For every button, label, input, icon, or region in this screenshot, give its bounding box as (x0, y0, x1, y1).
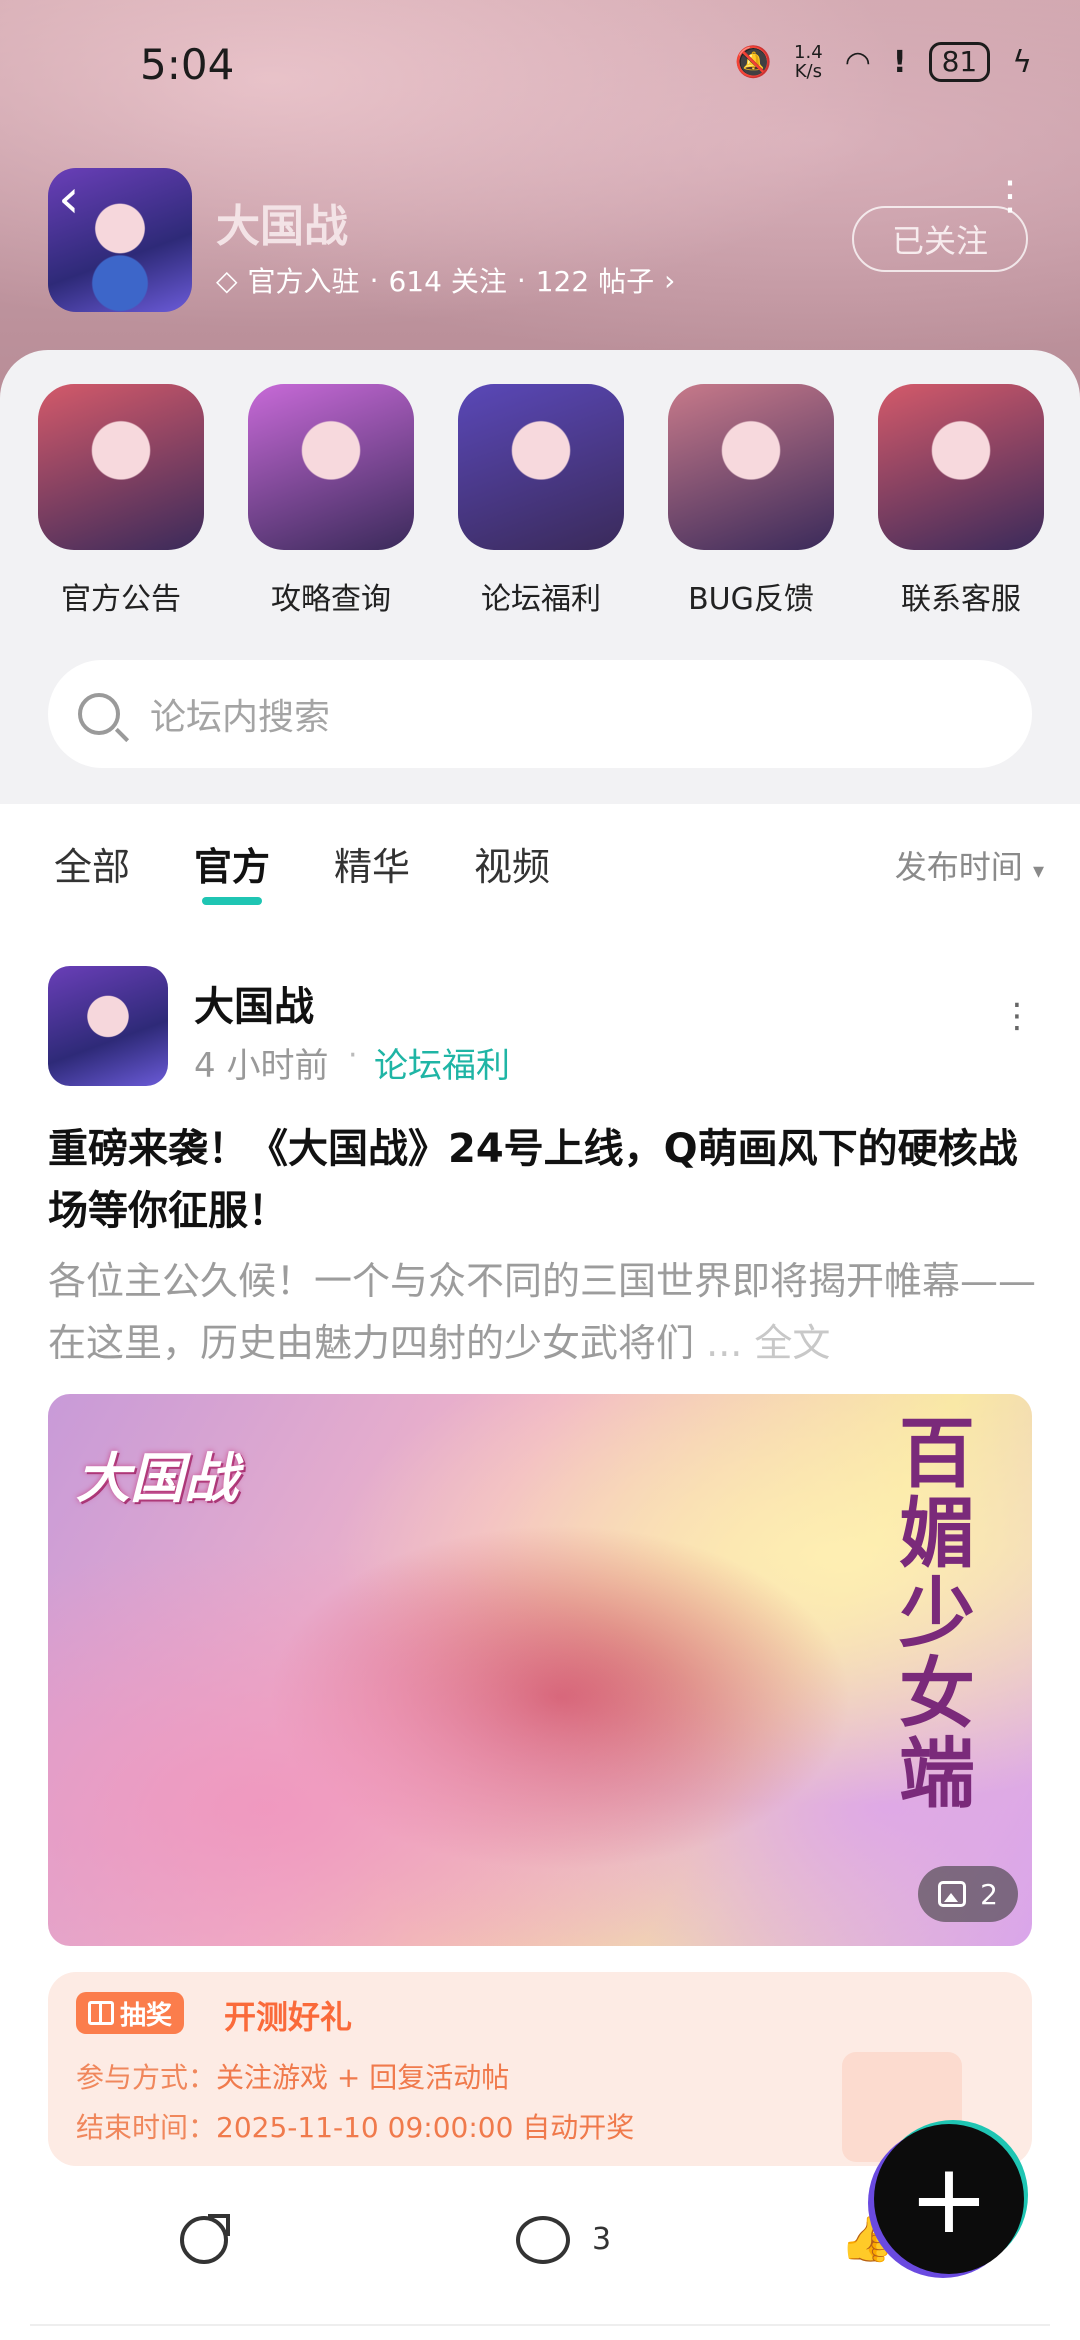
shortcut-label: 论坛福利 (481, 582, 601, 617)
meta-separator: · (369, 263, 379, 297)
shortcut-item[interactable]: 论坛福利 (456, 384, 626, 618)
post-author-avatar[interactable] (48, 966, 168, 1086)
lottery-card[interactable]: 抽奖 开测好礼 参与方式：关注游戏 + 回复活动帖 结束时间：2025-11-1… (48, 1972, 1032, 2166)
post-time: 4 小时前 (194, 1046, 329, 1086)
official-label: 官方入驻 (247, 265, 360, 298)
back-icon[interactable]: ‹ (58, 172, 80, 226)
network-speed-unit: K/s (794, 61, 822, 82)
wifi-icon: ◠ (844, 44, 871, 80)
share-icon[interactable] (180, 2214, 230, 2264)
post-title[interactable]: 重磅来袭！《大国战》24号上线，Q萌画风下的硬核战场等你征服！ (48, 1118, 1038, 1242)
shortcut-label: BUG反馈 (688, 582, 814, 617)
image-count: 2 (980, 1877, 998, 1911)
caret-down-icon: ▾ (1032, 859, 1044, 884)
sort-label: 发布时间 (894, 848, 1023, 886)
image-icon (938, 1881, 967, 1907)
battery-indicator: 81 (928, 42, 991, 82)
post-image[interactable]: 大国战 百媚少女端 2 (48, 1394, 1032, 1946)
shortcut-item[interactable]: BUG反馈 (666, 384, 836, 618)
lottery-title: 开测好礼 (224, 1998, 353, 2036)
image-slogan: 百媚少女端 (899, 1409, 975, 1818)
divider (30, 2324, 1050, 2326)
lottery-join-line: 参与方式：关注游戏 + 回复活动帖 (76, 2056, 509, 2096)
status-time: 5:04 (140, 40, 235, 89)
shortcut-label: 攻略查询 (271, 582, 391, 617)
shortcut-label: 官方公告 (61, 582, 181, 617)
comment-icon[interactable] (516, 2216, 570, 2264)
follow-button[interactable]: 已关注 (852, 206, 1028, 272)
shortcut-icon (248, 384, 414, 550)
lottery-join-key: 参与方式： (76, 2061, 217, 2094)
post-author[interactable]: 大国战 (194, 974, 314, 1032)
tab-item[interactable]: 视频 (474, 836, 550, 891)
lottery-end-value: 2025-11-10 09:00:00 自动开奖 (216, 2111, 635, 2144)
shortcut-item[interactable]: 联系客服 (876, 384, 1046, 618)
post-excerpt-text: 各位主公久候！一个与众不同的三国世界即将揭开帷幕——在这里，历史由魅力四射的少女… (48, 1259, 1037, 1365)
tab-item[interactable]: 官方 (194, 836, 270, 905)
lottery-badge-label: 抽奖 (120, 2000, 173, 2031)
network-speed: 1.4 K/s (794, 43, 823, 81)
status-bar: 5:04 🔕 1.4 K/s ◠ ! 81 ϟ (0, 0, 1080, 140)
post-excerpt[interactable]: 各位主公久候！一个与众不同的三国世界即将揭开帷幕——在这里，历史由魅力四射的少女… (48, 1250, 1038, 1374)
search-placeholder: 论坛内搜索 (150, 697, 331, 738)
mute-icon: 🔕 (734, 44, 773, 80)
post-meta-separator: · (348, 1038, 358, 1073)
meta-separator: · (516, 263, 526, 297)
chevron-right-icon: › (664, 263, 676, 297)
tab-bar: 全部 官方 精华 视频 (54, 836, 550, 905)
search-icon (78, 693, 120, 735)
comment-count: 3 (592, 2222, 612, 2257)
post-more-icon[interactable]: ⋮ (1000, 999, 1034, 1033)
search-bar[interactable]: 论坛内搜索 (48, 660, 1032, 768)
shortcut-icon (38, 384, 204, 550)
shortcut-label: 联系客服 (901, 582, 1021, 617)
shortcut-icon (668, 384, 834, 550)
shortcut-icon (878, 384, 1044, 550)
forum-meta[interactable]: ◇ 官方入驻 · 614 关注 · 122 帖子 › (216, 260, 675, 300)
post-category[interactable]: 论坛福利 (374, 1038, 510, 1087)
create-post-button[interactable]: + (874, 2124, 1024, 2274)
shortcut-icon (458, 384, 624, 550)
tab-item[interactable]: 精华 (334, 836, 410, 891)
network-speed-value: 1.4 (794, 42, 823, 63)
alert-icon: ! (892, 44, 907, 80)
lottery-badge: 抽奖 (76, 1992, 185, 2034)
lottery-end-key: 结束时间： (76, 2111, 217, 2144)
sort-dropdown[interactable]: 发布时间 ▾ (895, 842, 1044, 888)
image-count-badge: 2 (918, 1866, 1018, 1922)
charging-icon: ϟ (1012, 44, 1032, 80)
lottery-end-line: 结束时间：2025-11-10 09:00:00 自动开奖 (76, 2106, 634, 2146)
follower-count: 614 关注 (388, 265, 507, 298)
tab-item[interactable]: 全部 (54, 836, 130, 891)
shortcut-item[interactable]: 攻略查询 (246, 384, 416, 618)
forum-title: 大国战 (216, 201, 348, 252)
status-icons: 🔕 1.4 K/s ◠ ! 81 ϟ (735, 42, 1032, 82)
gift-icon (88, 2001, 114, 2025)
lottery-join-value: 关注游戏 + 回复活动帖 (216, 2061, 510, 2094)
read-more-link[interactable]: ... 全文 (706, 1321, 830, 1365)
plus-icon: + (908, 2143, 990, 2255)
diamond-icon: ◇ (216, 263, 238, 297)
post-count: 122 帖子 (535, 265, 655, 298)
game-logo: 大国战 (76, 1447, 238, 1510)
shortcut-item[interactable]: 官方公告 (36, 384, 206, 618)
